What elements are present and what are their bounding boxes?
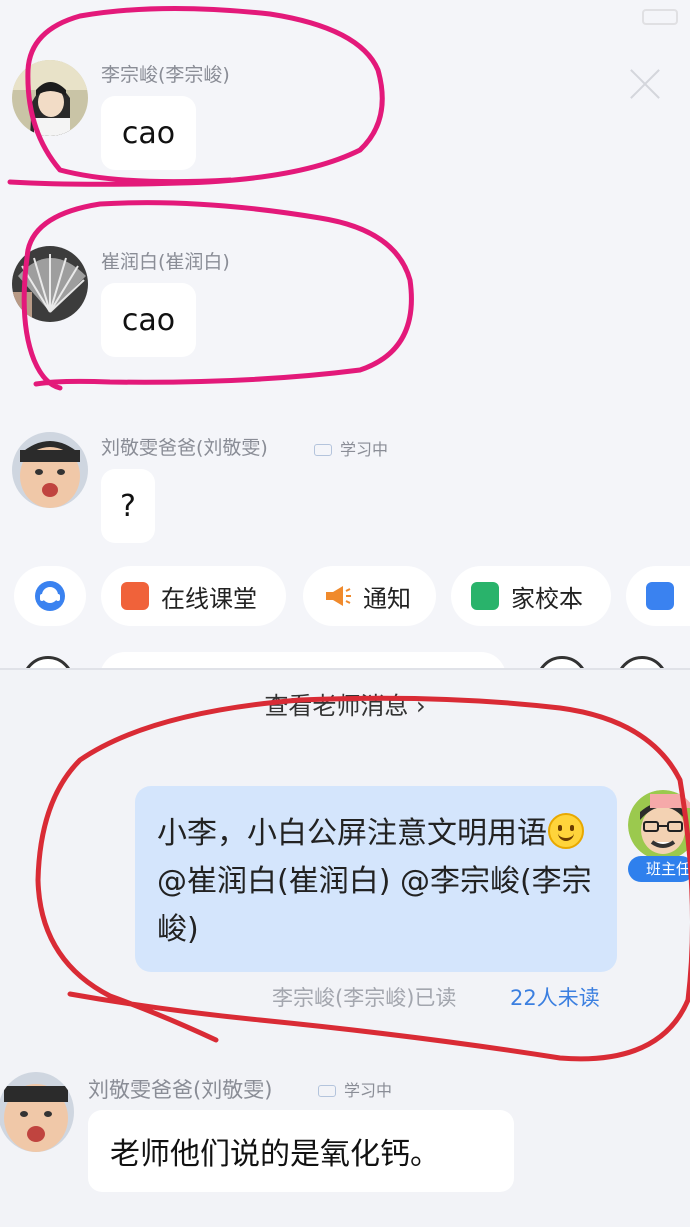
avatar[interactable] — [0, 1072, 74, 1152]
teacher-avatar[interactable] — [628, 790, 690, 860]
head-teacher-badge: 班主任 — [628, 856, 690, 882]
notebook-icon — [471, 582, 499, 610]
notice-button[interactable]: 通知 — [303, 566, 436, 626]
online-class-icon — [121, 582, 149, 610]
message-bubble[interactable]: cao — [101, 96, 196, 170]
sender-name: 刘敬雯爸爸(刘敬雯) — [101, 437, 268, 459]
sender-name: 李宗峻(李宗峻) — [101, 64, 230, 86]
chat-status-icon — [314, 444, 332, 456]
teacher-message-bubble[interactable]: 小李，小白公屏注意文明用语 @崔润白(崔润白) @李宗峻(李宗峻) — [135, 786, 617, 972]
message-bubble[interactable]: cao — [101, 283, 196, 357]
status-studying: 学习中 — [314, 436, 388, 460]
status-bar — [0, 0, 690, 30]
message-bubble[interactable]: ? — [101, 469, 155, 543]
avatar[interactable] — [12, 60, 88, 136]
view-teacher-messages-link[interactable]: 查看老师消息 › — [0, 686, 690, 721]
close-icon[interactable] — [626, 64, 664, 102]
home-school-book-button[interactable]: 家校本 — [451, 566, 611, 626]
sender-name: 刘敬雯爸爸(刘敬雯) — [88, 1078, 273, 1102]
top-chat-panel: 李宗峻(李宗峻) cao 崔润白(崔润白) cao 刘敬雯爸爸(刘敬雯) 学习中… — [0, 0, 690, 668]
headset-icon — [35, 581, 65, 611]
contacts-icon — [646, 582, 674, 610]
avatar[interactable] — [12, 246, 88, 322]
smile-emoji-icon — [548, 813, 584, 849]
teacher-message-mentions: @崔润白(崔润白) @李宗峻(李宗峻) — [157, 864, 592, 947]
chat-status-icon — [318, 1085, 336, 1097]
more-button[interactable] — [616, 656, 668, 668]
avatar[interactable] — [12, 432, 88, 508]
sender-name: 崔润白(崔润白) — [101, 251, 230, 273]
unread-count-link[interactable]: 22人未读 — [510, 982, 600, 1012]
megaphone-icon — [326, 586, 351, 606]
voice-button[interactable] — [22, 656, 74, 668]
battery-icon — [642, 9, 678, 25]
reply-message-bubble[interactable]: 老师他们说的是氧化钙。 — [88, 1110, 514, 1192]
teacher-message-text: 小李，小白公屏注意文明用语 — [157, 816, 547, 851]
online-class-button[interactable]: 在线课堂 — [101, 566, 286, 626]
status-studying: 学习中 — [318, 1077, 392, 1101]
contacts-button[interactable] — [626, 566, 690, 626]
read-receipt: 李宗峻(李宗峻)已读 — [272, 986, 457, 1010]
emoji-button[interactable] — [536, 656, 588, 668]
assistant-button[interactable] — [14, 566, 86, 626]
message-input[interactable] — [100, 652, 506, 668]
